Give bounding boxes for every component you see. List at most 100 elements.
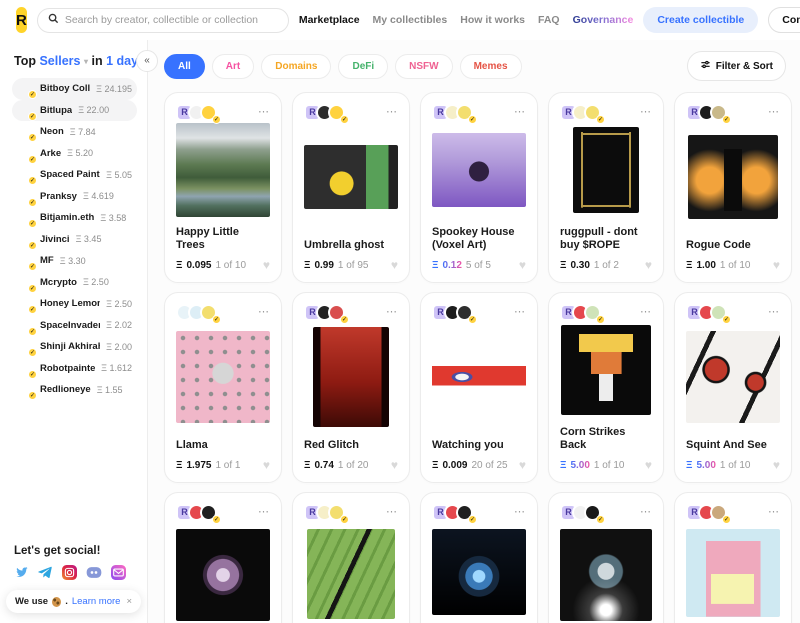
nft-card[interactable]: ✓⋯LlamaΞ1.9751 of 1♥	[164, 292, 282, 483]
seller-row[interactable]: ✓McryptoΞ 2.50	[12, 272, 137, 294]
owner-avatar-stack[interactable]: R✓	[560, 304, 601, 321]
nav-item-faq[interactable]: FAQ	[538, 14, 560, 26]
seller-row[interactable]: ✓Honey LemonΞ 2.50	[12, 293, 137, 315]
owner-avatar-stack[interactable]: R✓	[686, 304, 727, 321]
like-heart-icon[interactable]: ♥	[391, 258, 398, 272]
nft-image[interactable]	[432, 529, 526, 615]
like-heart-icon[interactable]: ♥	[519, 258, 526, 272]
like-heart-icon[interactable]: ♥	[519, 458, 526, 472]
nft-image[interactable]	[432, 346, 526, 408]
nft-image[interactable]	[307, 529, 395, 619]
like-heart-icon[interactable]: ♥	[391, 458, 398, 472]
nft-card[interactable]: R✓ ⋯	[674, 492, 792, 623]
seller-row[interactable]: ✓Spaced PainterΞ 5.05	[12, 164, 137, 186]
card-menu-icon[interactable]: ⋯	[768, 307, 780, 317]
owner-avatar-stack[interactable]: R✓	[432, 304, 473, 321]
card-menu-icon[interactable]: ⋯	[386, 307, 398, 317]
tab-all[interactable]: All	[164, 54, 205, 79]
seller-row[interactable]: ✓SpaceInvadersΞ 2.02	[12, 315, 137, 337]
seller-row[interactable]: ✓PranksyΞ 4.619	[12, 186, 137, 208]
nft-image[interactable]	[432, 133, 526, 207]
seller-row[interactable]: ✓ArkeΞ 5.20	[12, 143, 137, 165]
cookie-learn-more-link[interactable]: Learn more	[72, 596, 121, 607]
nft-card[interactable]: R✓⋯Happy Little TreesΞ0.0951 of 10♥	[164, 92, 282, 283]
owner-avatar-stack[interactable]: R✓	[304, 104, 345, 121]
like-heart-icon[interactable]: ♥	[773, 258, 780, 272]
owner-avatar-stack[interactable]: R✓	[560, 104, 601, 121]
search-bar[interactable]	[37, 8, 289, 33]
tab-art[interactable]: Art	[212, 54, 254, 79]
create-collectible-button[interactable]: Create collectible	[643, 7, 758, 33]
nft-card[interactable]: R✓⋯Squint And SeeΞ5.001 of 10♥	[674, 292, 792, 483]
nft-card[interactable]: R✓⋯Red GlitchΞ0.741 of 20♥	[292, 292, 410, 483]
card-menu-icon[interactable]: ⋯	[640, 307, 652, 317]
like-heart-icon[interactable]: ♥	[263, 458, 270, 472]
tab-nsfw[interactable]: NSFW	[395, 54, 452, 79]
email-icon[interactable]	[111, 565, 126, 580]
owner-avatar-stack[interactable]: ✓	[176, 304, 217, 321]
card-menu-icon[interactable]: ⋯	[768, 507, 780, 517]
card-menu-icon[interactable]: ⋯	[768, 107, 780, 117]
nft-card[interactable]: R✓⋯	[420, 492, 538, 623]
owner-avatar-stack[interactable]: R✓	[432, 104, 473, 121]
nav-item-how-it-works[interactable]: How it works	[460, 14, 525, 26]
card-menu-icon[interactable]: ⋯	[640, 107, 652, 117]
card-menu-icon[interactable]: ⋯	[258, 107, 270, 117]
seller-row[interactable]: ✓NeonΞ 7.84	[12, 121, 137, 143]
instagram-icon[interactable]	[62, 565, 77, 580]
like-heart-icon[interactable]: ♥	[645, 258, 652, 272]
nft-card[interactable]: R✓ ⋯	[164, 492, 282, 623]
cookie-close-icon[interactable]: ×	[126, 596, 132, 607]
filter-sort-button[interactable]: Filter & Sort	[687, 51, 786, 81]
owner-avatar-stack[interactable]: R✓	[304, 504, 345, 521]
nft-card[interactable]: R✓⋯Spookey House (Voxel Art)Ξ0.125 of 5♥	[420, 92, 538, 283]
discord-icon[interactable]	[86, 566, 102, 579]
nft-image[interactable]	[686, 529, 780, 617]
nft-card[interactable]: R✓ ⋯	[292, 492, 410, 623]
owner-avatar-stack[interactable]: R✓	[304, 304, 345, 321]
tab-memes[interactable]: Memes	[460, 54, 522, 79]
card-menu-icon[interactable]: ⋯	[258, 507, 270, 517]
nft-card[interactable]: R✓⋯Rogue CodeΞ1.001 of 10♥	[674, 92, 792, 283]
card-menu-icon[interactable]: ⋯	[258, 307, 270, 317]
like-heart-icon[interactable]: ♥	[263, 258, 270, 272]
nft-card[interactable]: R✓⋯Umbrella ghostΞ0.991 of 95♥	[292, 92, 410, 283]
seller-row[interactable]: ✓Bitboy Colle...Ξ 24.195	[12, 78, 137, 100]
nav-item-marketplace[interactable]: Marketplace	[299, 14, 360, 26]
owner-avatar-stack[interactable]: R✓	[686, 104, 727, 121]
sidebar-collapse-button[interactable]: «	[136, 50, 158, 72]
tab-domains[interactable]: Domains	[261, 54, 331, 79]
nft-image[interactable]	[304, 145, 398, 209]
search-input[interactable]	[65, 14, 278, 26]
nft-image[interactable]	[573, 127, 639, 213]
nft-image[interactable]	[176, 529, 270, 621]
nft-image[interactable]	[560, 529, 652, 621]
card-menu-icon[interactable]: ⋯	[640, 507, 652, 517]
rarible-logo[interactable]: R	[16, 7, 27, 33]
like-heart-icon[interactable]: ♥	[773, 458, 780, 472]
nft-card[interactable]: R✓⋯ruggpull - dont buy $ROPEΞ0.301 of 2♥	[548, 92, 664, 283]
owner-avatar-stack[interactable]: R✓	[432, 504, 473, 521]
telegram-icon[interactable]	[38, 565, 53, 580]
like-heart-icon[interactable]: ♥	[645, 458, 652, 472]
seller-row[interactable]: ✓BitlupaΞ 22.00	[12, 100, 137, 122]
seller-row[interactable]: ✓MFΞ 3.30	[12, 250, 137, 272]
tab-defi[interactable]: DeFi	[338, 54, 388, 79]
owner-avatar-stack[interactable]: R✓	[686, 504, 727, 521]
owner-avatar-stack[interactable]: R✓	[560, 504, 601, 521]
seller-row[interactable]: ✓Shinji AkhirahΞ 2.00	[12, 336, 137, 358]
nft-image[interactable]	[313, 327, 389, 427]
seller-row[interactable]: ✓Bitjamin.ethΞ 3.58	[12, 207, 137, 229]
connect-wallet-button[interactable]: Connect wallet	[768, 7, 800, 33]
nft-card[interactable]: R✓⋯Corn Strikes BackΞ5.001 of 10♥	[548, 292, 664, 483]
nft-image[interactable]	[686, 331, 780, 423]
owner-avatar-stack[interactable]: R✓	[176, 504, 217, 521]
sellers-dropdown[interactable]: Sellers ▾	[39, 54, 88, 68]
owner-avatar-stack[interactable]: R✓	[176, 104, 217, 121]
card-menu-icon[interactable]: ⋯	[386, 507, 398, 517]
nft-image[interactable]	[176, 331, 270, 423]
nft-image[interactable]	[561, 325, 651, 415]
card-menu-icon[interactable]: ⋯	[514, 107, 526, 117]
nav-item-governance[interactable]: Governance	[573, 14, 634, 26]
nav-item-my-collectibles[interactable]: My collectibles	[373, 14, 448, 26]
